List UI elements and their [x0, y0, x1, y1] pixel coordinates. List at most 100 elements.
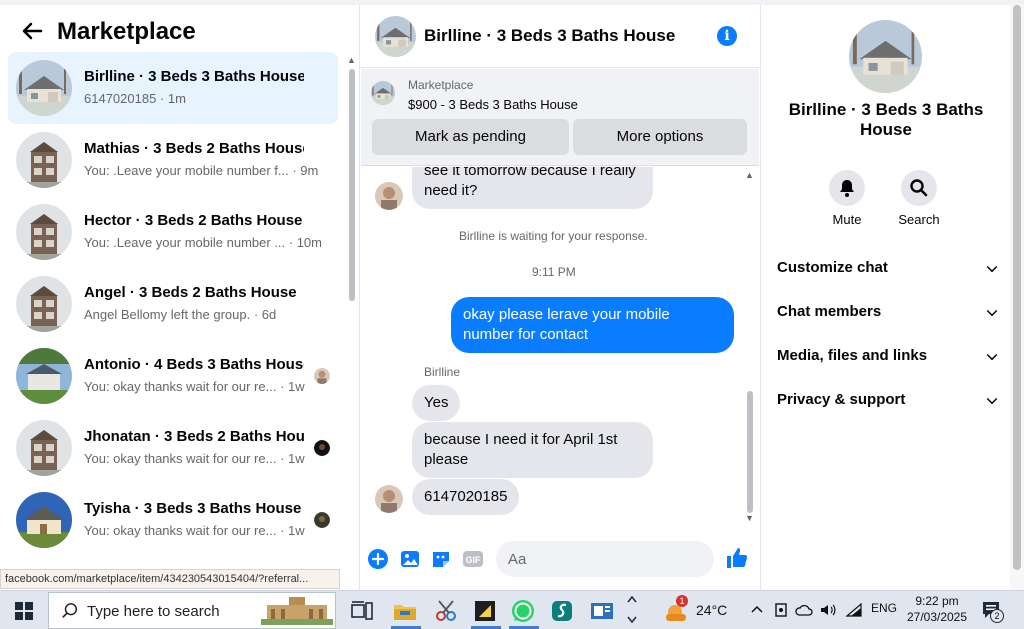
scroll-up-icon[interactable]: ▲ — [745, 170, 754, 180]
scroll-up-icon[interactable]: ▲ — [347, 55, 356, 65]
volume-icon[interactable] — [819, 602, 837, 618]
search-icon — [62, 603, 78, 618]
snipping-tool-icon[interactable] — [433, 598, 459, 624]
sender-avatar — [375, 485, 403, 513]
wifi-icon[interactable] — [845, 602, 863, 618]
notification-count-badge: 2 — [990, 609, 1004, 623]
customize-chat-section[interactable]: Customize chat — [777, 253, 998, 283]
my-message-bubble: okay please lerave your mobile number fo… — [451, 297, 734, 353]
file-explorer-icon[interactable] — [392, 598, 418, 624]
taskbar-search-placeholder: Type here to search — [87, 603, 220, 620]
chat-avatar[interactable] — [375, 16, 416, 57]
windows-start-icon[interactable] — [15, 602, 33, 620]
mute-button[interactable]: Mute — [817, 170, 877, 227]
photo-icon[interactable] — [399, 548, 421, 570]
message-timestamp: 9:11 PM — [532, 265, 576, 279]
profile-name: Birlline · 3 Beds 3 Baths House — [788, 100, 984, 139]
conversation-snippet: Angel Bellomy left the group. · 6d — [84, 307, 277, 322]
back-arrow-icon[interactable] — [20, 19, 44, 43]
task-view-icon[interactable] — [349, 598, 375, 624]
chat-title[interactable]: Birlline · 3 Beds 3 Baths House — [424, 26, 675, 46]
avatar — [16, 348, 72, 404]
marketplace-listing-bar: Marketplace $900 - 3 Beds 3 Baths House … — [361, 69, 759, 166]
taskbar-search-box[interactable]: Type here to search — [48, 592, 336, 629]
temperature: 24°C — [696, 602, 728, 618]
marketplace-label: Marketplace — [408, 78, 474, 92]
search-icon — [910, 179, 928, 197]
sender-avatar — [375, 182, 403, 210]
profile-avatar[interactable] — [849, 20, 922, 93]
system-clock[interactable]: 9:22 pm 27/03/2025 — [904, 593, 970, 625]
chat-info-panel: Birlline · 3 Beds 3 Baths House Mute Sea… — [760, 5, 1010, 590]
avatar — [16, 420, 72, 476]
avatar — [16, 60, 72, 116]
conversation-title: Birlline · 3 Beds 3 Baths House — [84, 68, 304, 85]
search-highlight-image — [261, 597, 333, 625]
scrollbar-thumb[interactable] — [1013, 5, 1021, 570]
notification-center-button[interactable]: 2 — [980, 599, 1006, 623]
search-button[interactable]: Search — [889, 170, 949, 227]
privacy-support-section[interactable]: Privacy & support — [777, 385, 998, 415]
message-thread: see it tomorrow because I really need it… — [361, 167, 759, 530]
message-bubble: 6147020185 — [412, 479, 520, 515]
bell-icon — [840, 180, 854, 197]
conversation-item-jhonatan[interactable]: Jhonatan · 3 Beds 2 Baths Hou... You: ok… — [8, 412, 338, 484]
chevron-down-icon — [986, 261, 998, 273]
thumbs-up-icon[interactable] — [725, 546, 749, 570]
gif-icon[interactable]: GIF — [462, 548, 484, 570]
sidebar-scrollbar[interactable]: ▲ — [346, 55, 358, 590]
seen-avatar — [314, 440, 330, 456]
scrollbar-thumb[interactable] — [349, 69, 355, 301]
taskbar-overflow-arrows[interactable] — [626, 593, 638, 627]
seen-avatar — [314, 368, 330, 384]
conversation-item-birlline[interactable]: Birlline · 3 Beds 3 Baths House 61470201… — [8, 52, 338, 124]
plus-icon[interactable] — [367, 548, 389, 570]
conversation-title: Antonio · 4 Beds 3 Baths House — [84, 356, 304, 373]
chat-scrollbar[interactable]: ▲ ▼ — [744, 167, 756, 527]
scrollbar-thumb[interactable] — [747, 391, 753, 513]
conversation-snippet: You: okay thanks wait for our re... · 1w — [84, 523, 305, 538]
mark-as-pending-button[interactable]: Mark as pending — [372, 119, 569, 155]
onedrive-cloud-icon[interactable] — [795, 602, 813, 618]
message-composer: GIF Aa — [361, 535, 841, 585]
status-bar-url: facebook.com/marketplace/item/4342305430… — [0, 569, 340, 589]
info-icon[interactable]: i — [717, 26, 737, 46]
chat-header: Birlline · 3 Beds 3 Baths House i — [361, 5, 759, 68]
conversation-item-antonio[interactable]: Antonio · 4 Beds 3 Baths House You: okay… — [8, 340, 338, 412]
conversation-title: Mathias · 3 Beds 2 Baths House — [84, 140, 304, 157]
page-scrollbar[interactable] — [1010, 5, 1024, 590]
chevron-down-icon — [986, 393, 998, 405]
sticker-icon[interactable] — [430, 548, 452, 570]
chat-members-section[interactable]: Chat members — [777, 297, 998, 327]
message-bubble: because I need it for April 1st please — [412, 422, 653, 478]
whatsapp-icon[interactable] — [510, 598, 536, 624]
news-app-icon[interactable] — [589, 598, 615, 624]
avatar — [16, 492, 72, 548]
more-options-button[interactable]: More options — [573, 119, 747, 155]
weather-widget[interactable]: 1 24°C — [664, 595, 734, 623]
clock-time: 9:22 pm — [915, 594, 959, 608]
conversation-list: Birlline · 3 Beds 3 Baths House 61470201… — [8, 52, 338, 556]
meet-now-icon[interactable] — [774, 602, 788, 618]
conversation-snippet: 6147020185 · 1m — [84, 91, 186, 106]
chevron-up-icon[interactable] — [750, 603, 764, 617]
listing-thumbnail[interactable] — [371, 81, 395, 105]
sticky-notes-icon[interactable] — [472, 598, 498, 624]
language-indicator[interactable]: ENG — [871, 601, 897, 615]
page-title: Marketplace — [57, 18, 196, 45]
section-label: Media, files and links — [777, 347, 928, 364]
media-files-links-section[interactable]: Media, files and links — [777, 341, 998, 371]
conversation-item-hector[interactable]: Hector · 3 Beds 2 Baths House You: .Leav… — [8, 196, 338, 268]
message-input[interactable]: Aa — [496, 541, 841, 577]
conversation-title: Hector · 3 Beds 2 Baths House — [84, 212, 303, 229]
conversation-item-angel[interactable]: Angel · 3 Beds 2 Baths House Angel Bello… — [8, 268, 338, 340]
conversation-title: Jhonatan · 3 Beds 2 Baths Hou... — [84, 428, 304, 445]
conversation-snippet: You: .Leave your mobile number f... · 9m — [84, 163, 319, 178]
messenger-window: Marketplace Birlline · 3 Beds 3 Baths Ho… — [0, 0, 1024, 590]
scroll-down-icon[interactable]: ▼ — [745, 513, 754, 523]
conversation-item-tyisha[interactable]: Tyisha · 3 Beds 3 Baths House You: okay … — [8, 484, 338, 556]
listing-price[interactable]: $900 - 3 Beds 3 Baths House — [408, 97, 578, 112]
svg-text:GIF: GIF — [466, 555, 482, 565]
swiftkey-icon[interactable] — [549, 598, 575, 624]
conversation-item-mathias[interactable]: Mathias · 3 Beds 2 Baths House You: .Lea… — [8, 124, 338, 196]
